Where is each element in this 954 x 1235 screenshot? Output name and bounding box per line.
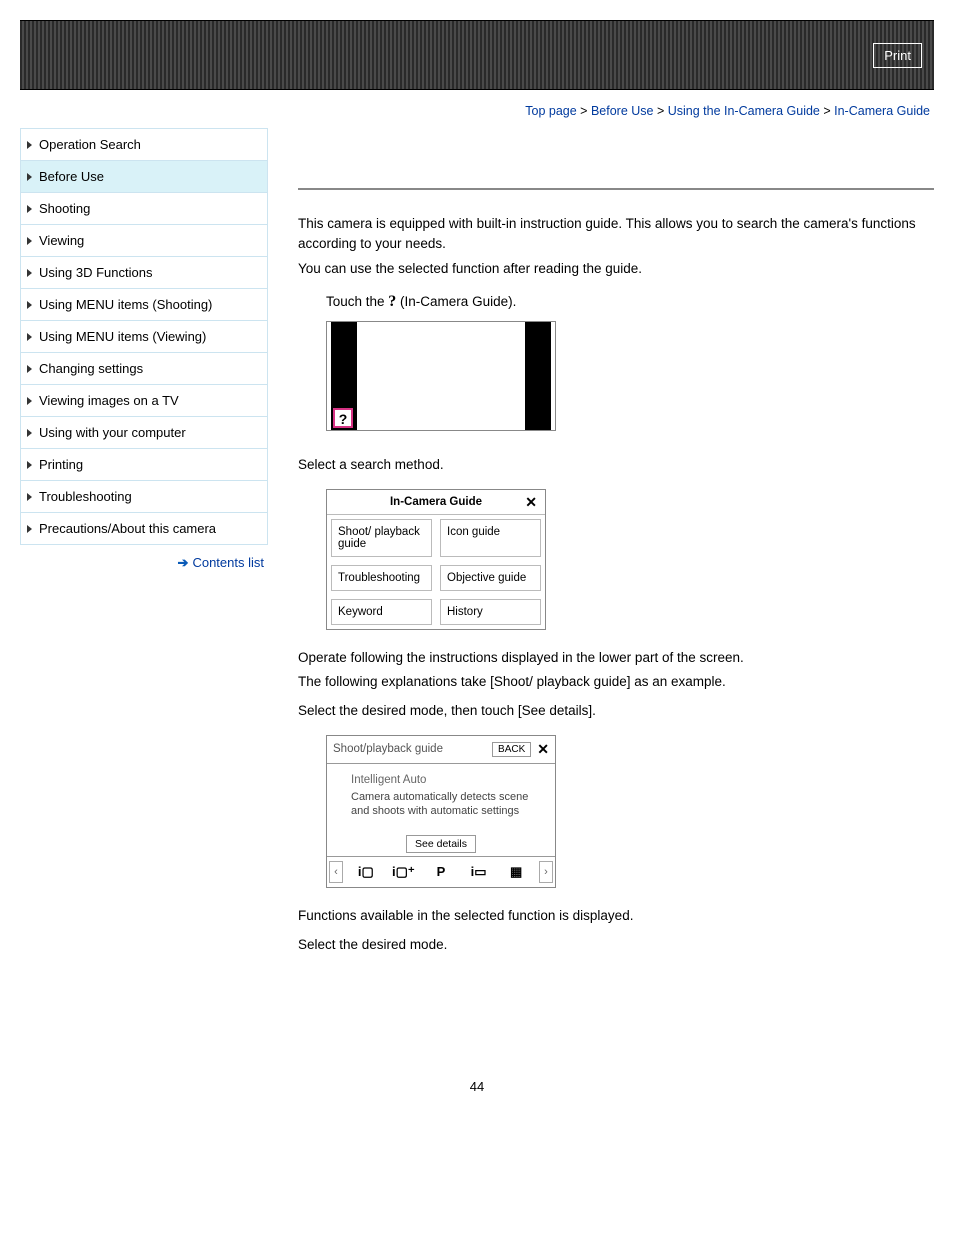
camera-screen-touch-guide: ?: [326, 321, 556, 431]
black-bar-right: [525, 322, 551, 430]
sidebar-item-label: Troubleshooting: [39, 489, 132, 504]
breadcrumb-sep: >: [577, 104, 591, 118]
sidebar-item-label: Using MENU items (Viewing): [39, 329, 206, 344]
guide-menu-title-bar: In-Camera Guide ✕: [327, 490, 545, 515]
sidebar-item-label: Before Use: [39, 169, 104, 184]
main-content: This camera is equipped with built-in in…: [298, 128, 934, 959]
sidebar-item[interactable]: Using MENU items (Shooting): [21, 289, 267, 321]
triangle-right-icon: [27, 141, 32, 149]
guide-menu-title: In-Camera Guide: [390, 496, 482, 508]
sidebar-item-label: Using MENU items (Shooting): [39, 297, 212, 312]
mode-name: Intelligent Auto: [351, 774, 541, 786]
sidebar-item[interactable]: Using with your computer: [21, 417, 267, 449]
shoot-guide-title-bar: Shoot/playback guide BACK ✕: [327, 736, 555, 764]
arrow-right-icon: ➔: [178, 555, 189, 570]
mode-strip: ‹ i▢i▢⁺Pi▭▦ ›: [327, 856, 555, 887]
guide-menu-cell[interactable]: Icon guide: [440, 519, 541, 557]
breadcrumb-using-guide[interactable]: Using the In-Camera Guide: [668, 104, 820, 118]
breadcrumb-before-use[interactable]: Before Use: [591, 104, 654, 118]
guide-menu-cell[interactable]: Troubleshooting: [331, 565, 432, 591]
breadcrumb-current: In-Camera Guide: [834, 104, 930, 118]
sidebar-item[interactable]: Operation Search: [21, 129, 267, 161]
breadcrumb-sep: >: [820, 104, 834, 118]
triangle-right-icon: [27, 397, 32, 405]
step-1-post: (In-Camera Guide).: [396, 294, 516, 309]
sidebar-item-label: Viewing images on a TV: [39, 393, 179, 408]
breadcrumb: Top page > Before Use > Using the In-Cam…: [20, 90, 934, 128]
mode-icon[interactable]: i▢⁺: [385, 864, 423, 880]
close-icon[interactable]: ✕: [525, 494, 537, 511]
triangle-right-icon: [27, 429, 32, 437]
triangle-right-icon: [27, 493, 32, 501]
see-details-row: See details: [327, 838, 555, 850]
after-text-1: Functions available in the selected func…: [298, 906, 934, 926]
contents-list-row: ➔Contents list: [20, 545, 268, 571]
contents-list-link[interactable]: Contents list: [192, 555, 264, 570]
breadcrumb-top[interactable]: Top page: [525, 104, 576, 118]
triangle-right-icon: [27, 269, 32, 277]
sidebar-item-label: Viewing: [39, 233, 84, 248]
sidebar-item[interactable]: Changing settings: [21, 353, 267, 385]
in-camera-guide-menu: In-Camera Guide ✕ Shoot/ playback guideI…: [326, 489, 546, 630]
triangle-right-icon: [27, 301, 32, 309]
page-number: 44: [20, 1079, 934, 1094]
sidebar-item-label: Printing: [39, 457, 83, 472]
triangle-right-icon: [27, 525, 32, 533]
operate-text-1: Operate following the instructions displ…: [298, 648, 934, 668]
sidebar-item[interactable]: Using MENU items (Viewing): [21, 321, 267, 353]
divider: [298, 188, 934, 190]
operate-text-2: The following explanations take [Shoot/ …: [298, 672, 934, 692]
guide-menu-cell[interactable]: Shoot/ playback guide: [331, 519, 432, 557]
sidebar-item[interactable]: Shooting: [21, 193, 267, 225]
sidebar-item-label: Changing settings: [39, 361, 143, 376]
close-icon[interactable]: ✕: [537, 741, 549, 758]
mode-icon[interactable]: i▭: [460, 864, 498, 880]
step-1-text: Touch the ? (In-Camera Guide).: [326, 293, 934, 311]
triangle-right-icon: [27, 173, 32, 181]
triangle-right-icon: [27, 333, 32, 341]
sidebar-item[interactable]: Viewing images on a TV: [21, 385, 267, 417]
sidebar-item-label: Using 3D Functions: [39, 265, 152, 280]
after-text-2: Select the desired mode.: [298, 935, 934, 955]
header-stripe: Print: [20, 20, 934, 90]
step-2-text: Select a search method.: [298, 455, 934, 475]
chevron-left-icon[interactable]: ‹: [329, 861, 343, 883]
see-details-button[interactable]: See details: [406, 835, 476, 853]
sidebar: Operation Search Before Use Shooting Viewin…: [20, 128, 268, 571]
triangle-right-icon: [27, 365, 32, 373]
sidebar-item-label: Precautions/About this camera: [39, 521, 216, 536]
guide-menu-cell[interactable]: History: [440, 599, 541, 625]
triangle-right-icon: [27, 237, 32, 245]
mode-icon[interactable]: ▦: [497, 864, 535, 880]
step-1-pre: Touch the: [326, 294, 388, 309]
sidebar-item[interactable]: Precautions/About this camera: [21, 513, 267, 544]
sidebar-item[interactable]: Before Use: [21, 161, 267, 193]
mode-icon[interactable]: P: [422, 864, 460, 880]
print-button[interactable]: Print: [873, 43, 922, 68]
intro-text-1: This camera is equipped with built-in in…: [298, 214, 934, 255]
guide-menu-cell[interactable]: Objective guide: [440, 565, 541, 591]
sidebar-item-label: Operation Search: [39, 137, 141, 152]
triangle-right-icon: [27, 205, 32, 213]
shoot-playback-guide-screen: Shoot/playback guide BACK ✕ Intelligent …: [326, 735, 556, 889]
guide-menu-cell[interactable]: Keyword: [331, 599, 432, 625]
sidebar-item[interactable]: Troubleshooting: [21, 481, 267, 513]
breadcrumb-sep: >: [653, 104, 667, 118]
sidebar-item-label: Shooting: [39, 201, 90, 216]
intro-text-2: You can use the selected function after …: [298, 259, 934, 279]
step-3-text: Select the desired mode, then touch [See…: [298, 701, 934, 721]
sidebar-item[interactable]: Using 3D Functions: [21, 257, 267, 289]
sidebar-item[interactable]: Printing: [21, 449, 267, 481]
shoot-guide-title: Shoot/playback guide: [333, 743, 492, 755]
triangle-right-icon: [27, 461, 32, 469]
mode-icon[interactable]: i▢: [347, 864, 385, 880]
back-button[interactable]: BACK: [492, 742, 531, 757]
chevron-right-icon[interactable]: ›: [539, 861, 553, 883]
sidebar-item[interactable]: Viewing: [21, 225, 267, 257]
mode-description: Camera automatically detects scene and s…: [351, 790, 541, 819]
in-camera-guide-icon: ?: [333, 408, 353, 428]
sidebar-item-label: Using with your computer: [39, 425, 186, 440]
